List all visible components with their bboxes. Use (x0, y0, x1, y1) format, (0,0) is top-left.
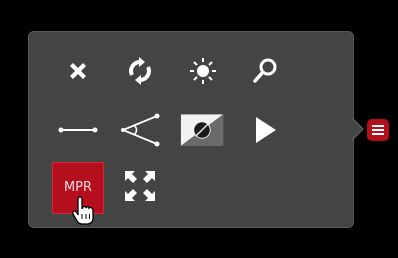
palette-pointer (351, 118, 362, 140)
zoom-tool-button[interactable] (243, 51, 287, 91)
close-tool-button[interactable] (56, 51, 100, 91)
close-icon (70, 63, 86, 79)
viewer-stage: MPR (0, 0, 398, 258)
hand-cursor-icon (71, 196, 97, 230)
brightness-icon (190, 58, 216, 84)
menu-icon (372, 125, 384, 135)
length-tool-button[interactable] (56, 110, 100, 150)
play-icon (256, 117, 276, 143)
invert-tool-button[interactable] (180, 110, 224, 150)
zoom-icon (253, 58, 277, 83)
angle-tool-button[interactable] (118, 110, 162, 150)
play-tool-button[interactable] (243, 110, 287, 150)
rotate-icon (129, 57, 151, 85)
fullscreen-tool-button[interactable] (118, 166, 162, 206)
length-measure-icon (58, 127, 98, 133)
fullscreen-icon (125, 171, 155, 201)
angle-measure-icon (120, 113, 160, 147)
invert-icon (180, 114, 224, 146)
menu-toggle-button[interactable] (367, 119, 389, 141)
rotate-tool-button[interactable] (118, 51, 162, 91)
brightness-tool-button[interactable] (181, 51, 225, 91)
